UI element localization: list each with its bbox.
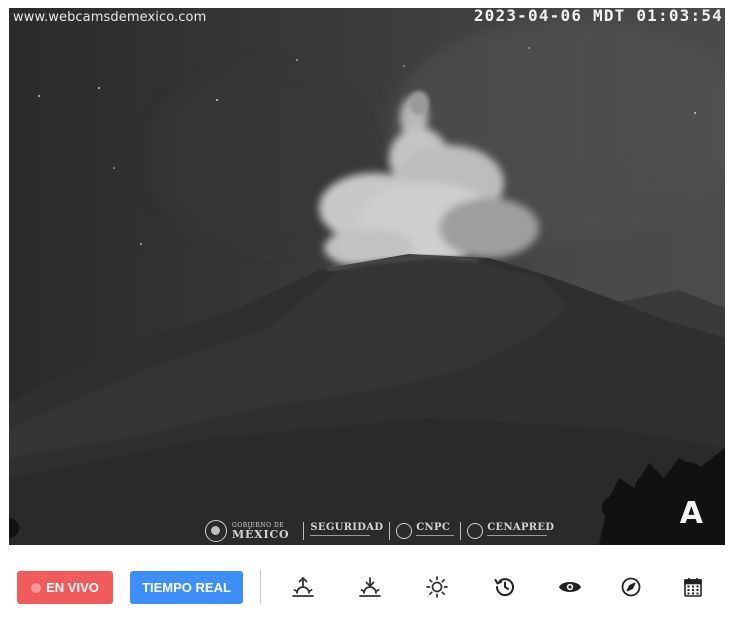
player-toolbar: EN VIVO TIEMPO REAL [0,560,734,612]
cenapred-emblem-icon [467,523,484,539]
cnpc-emblem-icon [396,523,413,539]
compass-icon[interactable] [618,574,644,600]
logo-divider [460,522,462,540]
gobierno-seal-icon [205,520,227,542]
cenapred-logo: CENAPRED [487,522,554,541]
history-icon[interactable] [492,574,518,600]
cnpc-logo: CNPC [416,522,455,541]
live-dot-icon [31,582,42,593]
gobierno-logo: GOBIERNO DE MÉXICO [232,521,290,541]
calendar-icon[interactable] [680,574,706,600]
sun-icon[interactable] [424,574,450,600]
live-button-label: EN VIVO [46,580,99,595]
realtime-button-label: TIEMPO REAL [142,580,231,595]
sunset-icon[interactable] [357,574,383,600]
toolbar-divider [260,570,261,604]
logo-divider [389,522,391,540]
sponsor-logos: GOBIERNO DE MÉXICO SEGURIDAD CNPC CENAPR… [205,518,554,544]
volcano-webcam-image [9,8,725,545]
logo-divider [303,522,305,540]
corner-brand-logo: A [679,496,703,531]
eye-icon[interactable] [557,574,583,600]
sunrise-icon[interactable] [290,574,316,600]
seguridad-logo: SEGURIDAD [310,522,383,541]
realtime-button[interactable]: TIEMPO REAL [130,571,243,604]
webcam-frame: www.webcamsdemexico.com 2023-04-06 MDT 0… [9,8,725,545]
site-watermark: www.webcamsdemexico.com [13,10,207,25]
live-button[interactable]: EN VIVO [17,571,113,604]
camera-timestamp: 2023-04-06 MDT 01:03:54 [473,8,723,25]
